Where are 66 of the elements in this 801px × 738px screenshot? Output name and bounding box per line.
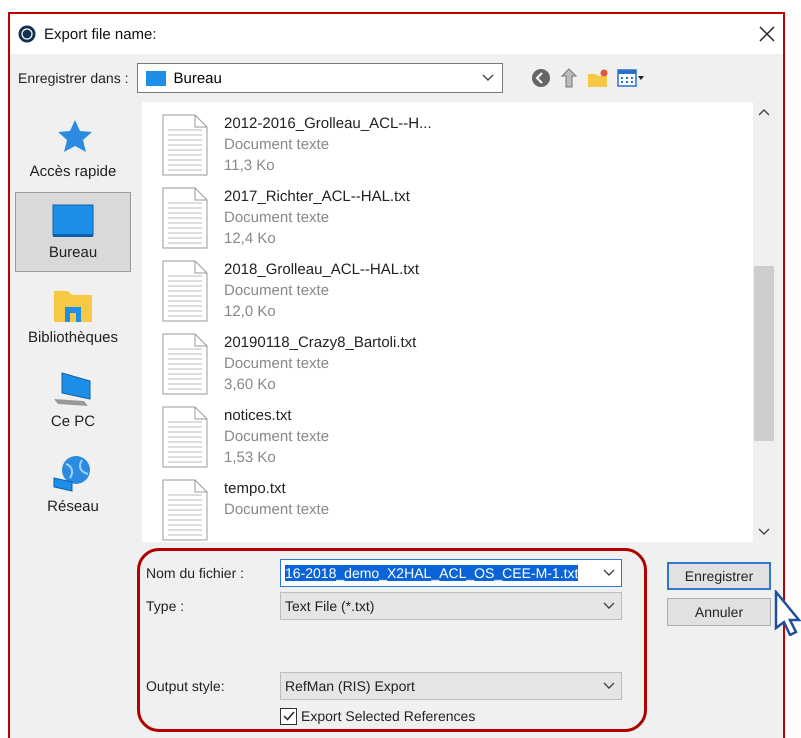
file-size: 12,4 Ko [224, 229, 277, 248]
text-document-icon [162, 260, 208, 322]
file-type: Document texte [224, 427, 330, 446]
mouse-pointer-icon [774, 590, 801, 636]
close-icon[interactable] [759, 26, 775, 42]
file-size: 1,53 Ko [224, 448, 277, 467]
chevron-down-icon [603, 569, 615, 577]
sidebar-label: Ce PC [50, 412, 96, 430]
file-name[interactable]: 2017_Richter_ACL--HAL.txt [224, 187, 410, 206]
back-icon[interactable] [530, 68, 550, 88]
chevron-down-icon [482, 74, 494, 82]
file-name[interactable]: tempo.txt [224, 479, 330, 498]
text-document-icon [162, 406, 208, 468]
monitor-icon [146, 70, 166, 86]
chevron-up-icon[interactable] [758, 108, 770, 116]
sidebar-label: Bureau [48, 244, 98, 260]
file-type: Document texte [224, 135, 330, 154]
text-document-icon [162, 187, 208, 249]
file-type: Document texte [224, 208, 330, 227]
field-label: Type : [146, 598, 186, 614]
field-label: Nom du fichier : [146, 565, 246, 581]
checkbox-label: Export Selected References [301, 708, 476, 724]
window-title: Export file name: [44, 26, 158, 42]
location-dropdown[interactable]: Bureau [136, 63, 502, 93]
dialog-button[interactable]: Enregistrer [667, 562, 771, 590]
file-type: Document texte [224, 354, 330, 373]
file-size: 3,60 Ko [224, 375, 277, 394]
file-name[interactable]: 20190118_Crazy8_Bartoli.txt [224, 333, 416, 352]
file-name[interactable]: 2018_Grolleau_ACL--HAL.txt [224, 260, 420, 279]
location-label: Enregistrer dans : [18, 70, 128, 86]
dropdown[interactable]: Text File (*.txt) [280, 592, 622, 620]
field-value: Text File (*.txt) [285, 598, 374, 614]
sidebar-label: Accès rapide [30, 162, 116, 180]
checkbox[interactable] [280, 708, 297, 724]
chevron-down-icon [758, 528, 770, 536]
sidebar-item[interactable]: Bibliothèques [15, 276, 131, 356]
monitor-icon [52, 204, 94, 238]
up-arrow-icon[interactable] [558, 68, 578, 88]
field-value: RefMan (RIS) Export [285, 678, 415, 694]
app-logo-icon [18, 25, 36, 43]
location-value: Bureau [174, 70, 223, 86]
field-value: 16-2018_demo_X2HAL_ACL_OS_CEE-M-1.txt [285, 565, 578, 581]
dropdown[interactable]: RefMan (RIS) Export [280, 672, 622, 700]
dialog-button[interactable]: Annuler [667, 598, 771, 626]
scrollbar-thumb[interactable] [754, 266, 774, 441]
text-document-icon [162, 114, 208, 176]
file-name[interactable]: 2012-2016_Grolleau_ACL--H... [224, 114, 432, 133]
new-folder-icon[interactable] [586, 68, 608, 88]
chevron-down-icon [603, 682, 615, 690]
file-type: Document texte [224, 500, 330, 519]
file-type: Document texte [224, 281, 330, 300]
text-document-icon [162, 333, 208, 395]
sidebar-item[interactable]: Réseau [15, 444, 131, 524]
chevron-down-icon [603, 602, 615, 610]
sidebar-item[interactable]: Bureau [15, 192, 131, 272]
filename-field[interactable]: 16-2018_demo_X2HAL_ACL_OS_CEE-M-1.txt [280, 559, 622, 587]
file-name[interactable]: notices.txt [224, 406, 330, 425]
sidebar-label: Réseau [47, 498, 99, 514]
sidebar-label: Bibliothèques [28, 328, 118, 346]
sidebar-item[interactable]: Accès rapide [15, 108, 131, 188]
file-size: 11,3 Ko [224, 156, 276, 175]
view-menu-icon[interactable] [616, 68, 644, 88]
file-size: 12,0 Ko [224, 302, 277, 321]
sidebar-item[interactable]: Ce PC [15, 360, 131, 440]
checkmark-icon [282, 711, 294, 721]
field-label: Output style: [146, 678, 226, 694]
